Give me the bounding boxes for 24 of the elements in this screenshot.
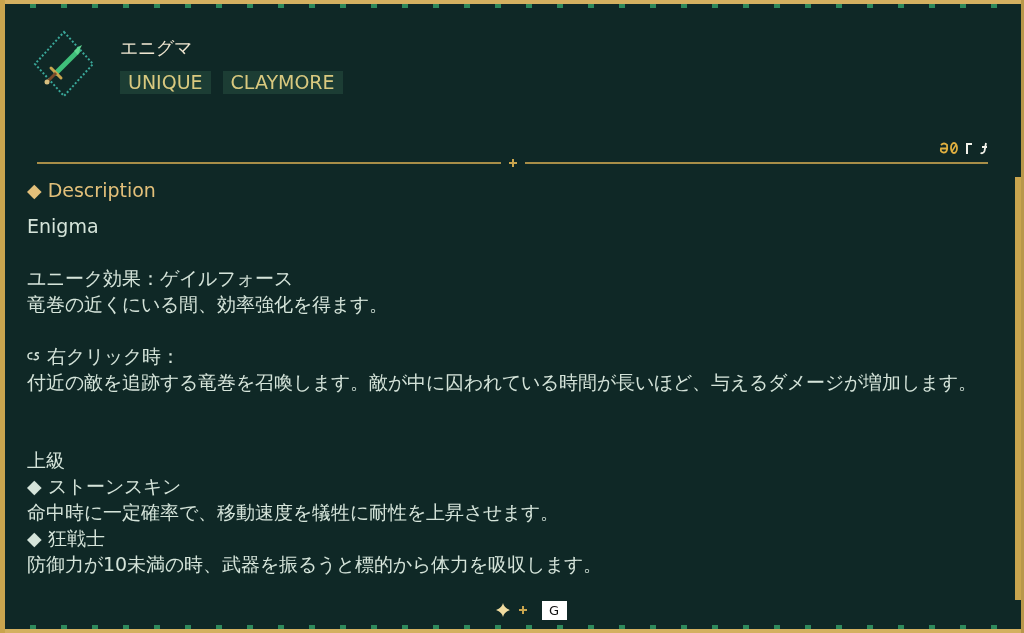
rune-icon — [979, 141, 988, 155]
sparkle-icon — [495, 603, 510, 617]
perk-effect: 防御力が10未満の時、武器を振るうと標的から体力を吸収します。 — [27, 552, 604, 577]
perk-effect: 命中時に一定確率で、移動速度を犠牲に耐性を上昇させます。 — [27, 500, 560, 525]
description-text: ユニーク効果：ゲイルフォース — [27, 266, 294, 291]
perk-name: ◆ ストーンスキン — [27, 474, 182, 499]
description-text: Enigma — [27, 214, 100, 239]
scrollbar[interactable] — [1015, 177, 1021, 600]
rune-icon — [965, 141, 973, 155]
description-text: 竜巻の近くにいる間、効率強化を得ます。 — [27, 292, 389, 317]
plus-icon — [518, 606, 527, 614]
rune-icon — [939, 141, 959, 155]
section-title: 上級 — [27, 448, 66, 473]
perk-name: ◆ 狂戦士 — [27, 526, 106, 551]
key-hint: G — [541, 600, 567, 620]
swirl-icon — [27, 351, 40, 361]
item-tag: CLAYMORE — [222, 71, 343, 94]
plus-icon — [508, 159, 517, 167]
sword-icon — [33, 30, 95, 98]
trigger-label: 右クリック時： — [47, 344, 180, 369]
item-tag: UNIQUE — [120, 71, 211, 94]
item-name: エニグマ — [120, 36, 193, 60]
section-heading: ◆ Description — [27, 178, 157, 203]
description-text: 付近の敵を追跡する竜巻を召喚します。敵が中に囚われている時間が長いほど、与えるダメージが増加します。 — [27, 370, 978, 395]
